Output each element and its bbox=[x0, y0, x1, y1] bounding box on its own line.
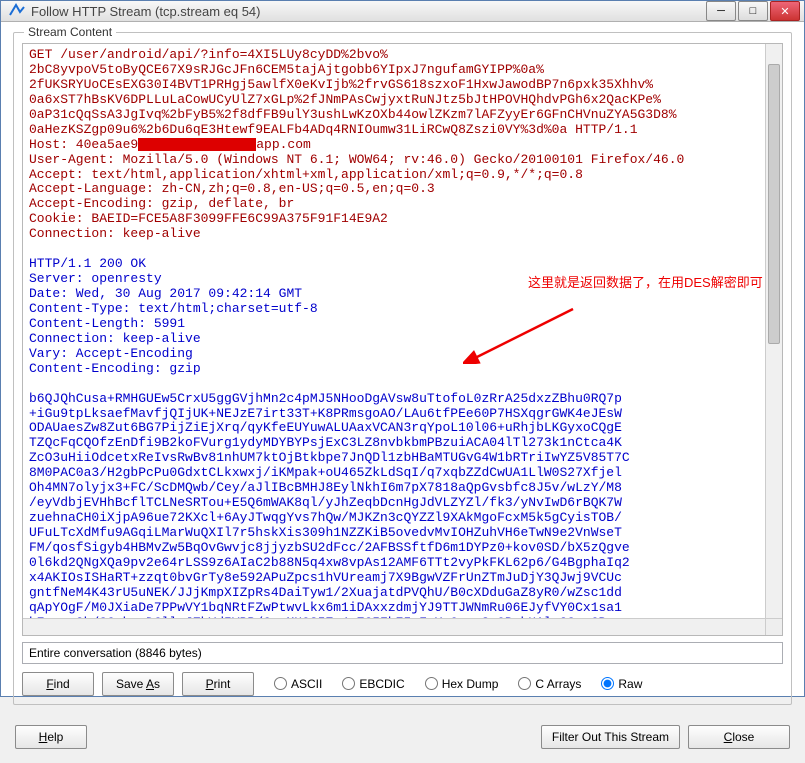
button-row: FFindind Save As Print ASCII EBCDIC Hex … bbox=[22, 672, 783, 696]
req-line: 2fUKSRYUoCEsEXG30I4BVT1PRHgj5awlfX0eKvIj… bbox=[29, 78, 772, 93]
annotation-text: 这里就是返回数据了，在用DES解密即可 bbox=[528, 276, 763, 291]
content-area: Stream Content GET /user/android/api/?in… bbox=[1, 22, 804, 715]
stream-content-group: Stream Content GET /user/android/api/?in… bbox=[13, 32, 792, 705]
radio-hexdump[interactable]: Hex Dump bbox=[425, 677, 499, 691]
maximize-button[interactable]: □ bbox=[738, 1, 768, 21]
resp-clen: Content-Length: 5991 bbox=[29, 317, 772, 332]
response-block: HTTP/1.1 200 OK Server: openresty Date: … bbox=[29, 257, 772, 630]
resp-status: HTTP/1.1 200 OK bbox=[29, 257, 772, 272]
resp-body-line: FM/qosfSigyb4HBMvZw5BqOvGwvjc8jjyzbSU2dF… bbox=[29, 541, 772, 556]
radio-raw[interactable]: Raw bbox=[601, 677, 642, 691]
scrollbar-horizontal[interactable] bbox=[23, 618, 765, 635]
req-accept: Accept: text/html,application/xhtml+xml,… bbox=[29, 168, 772, 183]
resp-body-line: +iGu9tpLksaefMavfjQIjUK+NEJzE7irt33T+K8P… bbox=[29, 407, 772, 422]
resp-body-line: b6QJQhCusa+RMHGUEw5CrxU5ggGVjhMn2c4pMJ5N… bbox=[29, 392, 772, 407]
request-block: GET /user/android/api/?info=4XI5LUy8cyDD… bbox=[29, 48, 772, 242]
conversation-row bbox=[22, 642, 783, 664]
app-icon bbox=[9, 3, 25, 19]
radio-ebcdic[interactable]: EBCDIC bbox=[342, 677, 404, 691]
redaction-box bbox=[138, 138, 256, 151]
req-accept-enc: Accept-Encoding: gzip, deflate, br bbox=[29, 197, 772, 212]
resp-body-line: ODAUaesZw8Zut6BG7PijZiEjXrq/qyKfeEUYuwAL… bbox=[29, 421, 772, 436]
req-line: 2bC8yvpoV5toByQCE67X9sRJGcJFn6CEM5tajAjt… bbox=[29, 63, 772, 78]
scrollbar-corner bbox=[765, 618, 782, 635]
bottom-row: Help Filter Out This Stream Close bbox=[1, 715, 804, 763]
req-line: 0a6xST7hBsKV6DPLLuLaCowUCyUlZ7xGLp%2fJNm… bbox=[29, 93, 772, 108]
scrollbar-vertical[interactable] bbox=[765, 44, 782, 618]
resp-body-line: gntfNeM4K43rU5uNEK/JJjKmpXIZpRs4DaiTyw1/… bbox=[29, 586, 772, 601]
window-title: Follow HTTP Stream (tcp.stream eq 54) bbox=[31, 4, 706, 19]
titlebar: Follow HTTP Stream (tcp.stream eq 54) ─ … bbox=[1, 1, 804, 22]
stream-text[interactable]: GET /user/android/api/?info=4XI5LUy8cyDD… bbox=[22, 43, 783, 636]
window-buttons: ─ □ ✕ bbox=[706, 1, 800, 21]
req-line: 0aHezKSZgp09u6%2b6Du6qE3Htewf9EALFb4ADq4… bbox=[29, 123, 772, 138]
resp-body-line: 8M0PAC0a3/H2gbPcPu0GdxtCLkxwxj/iKMpak+oU… bbox=[29, 466, 772, 481]
encoding-radios: ASCII EBCDIC Hex Dump C Arrays Raw bbox=[274, 677, 783, 691]
resp-body-line: Oh4MN7olyjx3+FC/ScDMQwb/Cey/aJlIBcBMHJ8E… bbox=[29, 481, 772, 496]
radio-carrays[interactable]: C Arrays bbox=[518, 677, 581, 691]
req-line: 0aP31cQqSsA3JgIvq%2bFyB5%2f8dfFB9ulY3ush… bbox=[29, 108, 772, 123]
resp-body-line: UFuLTcXdMfu9AGqiLMarWuQXIl7r5hskXis309h1… bbox=[29, 526, 772, 541]
group-label: Stream Content bbox=[24, 25, 116, 39]
resp-body-line: ZcO3uHiiOdcetxReIvsRwBv81nhUM7ktOjBtkbpe… bbox=[29, 451, 772, 466]
close-dialog-button[interactable]: Close bbox=[688, 725, 790, 749]
resp-ctype: Content-Type: text/html;charset=utf-8 bbox=[29, 302, 772, 317]
help-button[interactable]: Help bbox=[15, 725, 87, 749]
close-button[interactable]: ✕ bbox=[770, 1, 800, 21]
conversation-select[interactable] bbox=[22, 642, 783, 664]
req-conn: Connection: keep-alive bbox=[29, 227, 772, 242]
resp-body-line: TZQcFqCQOfzEnDfi9B2koFVurg1ydyMDYBYPsjEx… bbox=[29, 436, 772, 451]
resp-vary: Vary: Accept-Encoding bbox=[29, 347, 772, 362]
resp-body-line: 0l6kd2QNgXQa9pv2e64rLSS9z6AIaC2b88N5q4xw… bbox=[29, 556, 772, 571]
resp-body-line: x4AKIOsISHaRT+zzqt0bvGrTy8e592APuZpcs1hV… bbox=[29, 571, 772, 586]
find-button[interactable]: FFindind bbox=[22, 672, 94, 696]
resp-body-line: zuehnaCH0iXjpA96ue72KXcl+6AyJTwqgYvs7hQw… bbox=[29, 511, 772, 526]
print-button[interactable]: Print bbox=[182, 672, 254, 696]
req-cookie: Cookie: BAEID=FCE5A8F3099FFE6C99A375F91F… bbox=[29, 212, 772, 227]
resp-cenc: Content-Encoding: gzip bbox=[29, 362, 772, 377]
resp-body-line: /eyVdbjEVHhBcflTCLNeSRTou+E5Q6mWAK8ql/yJ… bbox=[29, 496, 772, 511]
minimize-button[interactable]: ─ bbox=[706, 1, 736, 21]
req-accept-lang: Accept-Language: zh-CN,zh;q=0.8,en-US;q=… bbox=[29, 182, 772, 197]
resp-conn: Connection: keep-alive bbox=[29, 332, 772, 347]
req-line: GET /user/android/api/?info=4XI5LUy8cyDD… bbox=[29, 48, 772, 63]
saveas-button[interactable]: Save As bbox=[102, 672, 174, 696]
resp-body-line: qApYOgF/M0JXiaDe7PPwVY1bqNRtFZwPtwvLkx6m… bbox=[29, 601, 772, 616]
req-ua: User-Agent: Mozilla/5.0 (Windows NT 6.1;… bbox=[29, 153, 772, 168]
req-host: Host: 40ea5ae9app.com bbox=[29, 138, 772, 153]
window: Follow HTTP Stream (tcp.stream eq 54) ─ … bbox=[0, 0, 805, 697]
radio-ascii[interactable]: ASCII bbox=[274, 677, 322, 691]
filter-out-button[interactable]: Filter Out This Stream bbox=[541, 725, 680, 749]
